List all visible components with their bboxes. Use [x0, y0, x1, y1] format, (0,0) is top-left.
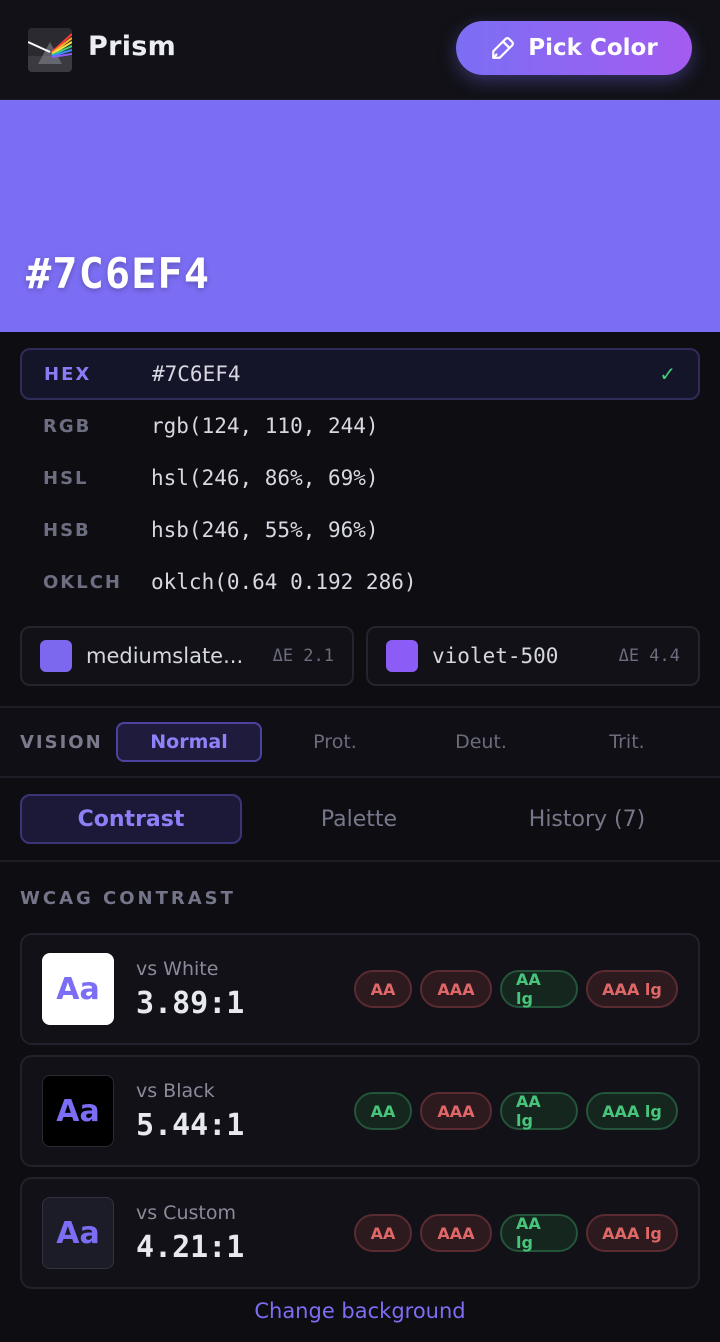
badge-aaa-large: AAA lg	[586, 1092, 678, 1130]
wcag-badges: AA AAA AA lg AAA lg	[354, 1214, 678, 1252]
contrast-label: vs Black	[136, 1079, 215, 1102]
vision-option-protanopia[interactable]: Prot.	[262, 722, 408, 762]
badge-aa-large: AA lg	[500, 1092, 578, 1130]
contrast-ratio: 5.44:1	[136, 1107, 245, 1143]
app-header: Prism Pick Color	[0, 0, 720, 100]
vision-option-tritanopia[interactable]: Trit.	[554, 722, 700, 762]
format-label: HSB	[43, 519, 91, 541]
badge-aa-large: AA lg	[500, 1214, 578, 1252]
badge-aa-large: AA lg	[500, 970, 578, 1008]
contrast-card-custom: Aa vs Custom 4.21:1 AA AAA AA lg AAA lg	[20, 1177, 700, 1289]
format-row-hex[interactable]: HEX #7C6EF4 ✓	[20, 348, 700, 400]
vision-options: Normal Prot. Deut. Trit.	[116, 722, 700, 762]
contrast-label: vs Custom	[136, 1201, 236, 1224]
badge-aaa-large: AAA lg	[586, 1214, 678, 1252]
badge-aa: AA	[354, 1092, 412, 1130]
eyedropper-icon	[492, 37, 515, 59]
app-name: Prism	[88, 31, 177, 62]
contrast-sample: Aa	[42, 1075, 114, 1147]
vision-option-normal[interactable]: Normal	[116, 722, 262, 762]
match-name: violet-500	[432, 644, 559, 668]
change-background-link[interactable]: Change background	[0, 1299, 720, 1323]
color-formats-list: HEX #7C6EF4 ✓ RGB rgb(124, 110, 244) HSL…	[0, 332, 720, 608]
vision-simulation-bar: VISION Normal Prot. Deut. Trit.	[0, 706, 720, 778]
color-swatch-preview: #7C6EF4	[0, 100, 720, 332]
copied-check-icon: ✓	[659, 362, 676, 386]
badge-aaa-large: AAA lg	[586, 970, 678, 1008]
contrast-ratio: 3.89:1	[136, 985, 245, 1021]
tab-contrast[interactable]: Contrast	[20, 794, 242, 844]
contrast-cards: Aa vs White 3.89:1 AA AAA AA lg AAA lg A…	[0, 909, 720, 1289]
match-delta-e: ΔE 4.4	[618, 646, 680, 666]
format-label: RGB	[43, 415, 92, 437]
swatch-hex-label: #7C6EF4	[26, 249, 211, 298]
match-card-css-name[interactable]: mediumslate... ΔE 2.1	[20, 626, 354, 686]
match-card-tailwind[interactable]: violet-500 ΔE 4.4	[366, 626, 700, 686]
match-color-dot	[40, 640, 72, 672]
tab-history[interactable]: History (7)	[476, 794, 698, 844]
format-value: #7C6EF4	[152, 362, 241, 386]
prism-logo-icon	[28, 27, 72, 72]
named-color-matches: mediumslate... ΔE 2.1 violet-500 ΔE 4.4	[0, 608, 720, 686]
match-name: mediumslate...	[86, 644, 244, 668]
vision-label: VISION	[20, 731, 103, 753]
contrast-info: vs Custom 4.21:1	[136, 1202, 354, 1265]
contrast-sample: Aa	[42, 953, 114, 1025]
format-row-oklch[interactable]: OKLCH oklch(0.64 0.192 286)	[20, 556, 700, 608]
contrast-info: vs White 3.89:1	[136, 958, 354, 1021]
brand: Prism	[28, 27, 177, 72]
format-value: hsb(246, 55%, 96%)	[151, 518, 379, 542]
wcag-badges: AA AAA AA lg AAA lg	[354, 1092, 678, 1130]
match-color-dot	[386, 640, 418, 672]
pick-color-button[interactable]: Pick Color	[456, 21, 692, 75]
badge-aaa: AAA	[420, 970, 492, 1008]
format-value: rgb(124, 110, 244)	[151, 414, 379, 438]
format-label: HEX	[44, 363, 92, 385]
contrast-ratio: 4.21:1	[136, 1229, 245, 1265]
contrast-label: vs White	[136, 957, 219, 980]
badge-aa: AA	[354, 970, 412, 1008]
format-value: hsl(246, 86%, 69%)	[151, 466, 379, 490]
contrast-card-black: Aa vs Black 5.44:1 AA AAA AA lg AAA lg	[20, 1055, 700, 1167]
badge-aaa: AAA	[420, 1214, 492, 1252]
format-value: oklch(0.64 0.192 286)	[151, 570, 417, 594]
tab-bar: Contrast Palette History (7)	[0, 778, 720, 862]
badge-aaa: AAA	[420, 1092, 492, 1130]
badge-aa: AA	[354, 1214, 412, 1252]
contrast-card-white: Aa vs White 3.89:1 AA AAA AA lg AAA lg	[20, 933, 700, 1045]
contrast-sample: Aa	[42, 1197, 114, 1269]
format-row-hsl[interactable]: HSL hsl(246, 86%, 69%)	[20, 452, 700, 504]
wcag-badges: AA AAA AA lg AAA lg	[354, 970, 678, 1008]
contrast-info: vs Black 5.44:1	[136, 1080, 354, 1143]
format-label: HSL	[43, 467, 89, 489]
format-row-hsb[interactable]: HSB hsb(246, 55%, 96%)	[20, 504, 700, 556]
section-title-wcag-contrast: WCAG CONTRAST	[20, 888, 236, 909]
vision-option-deuteranopia[interactable]: Deut.	[408, 722, 554, 762]
tab-palette[interactable]: Palette	[248, 794, 470, 844]
match-delta-e: ΔE 2.1	[272, 646, 334, 666]
pick-color-label: Pick Color	[528, 35, 658, 61]
format-row-rgb[interactable]: RGB rgb(124, 110, 244)	[20, 400, 700, 452]
format-label: OKLCH	[43, 571, 122, 593]
